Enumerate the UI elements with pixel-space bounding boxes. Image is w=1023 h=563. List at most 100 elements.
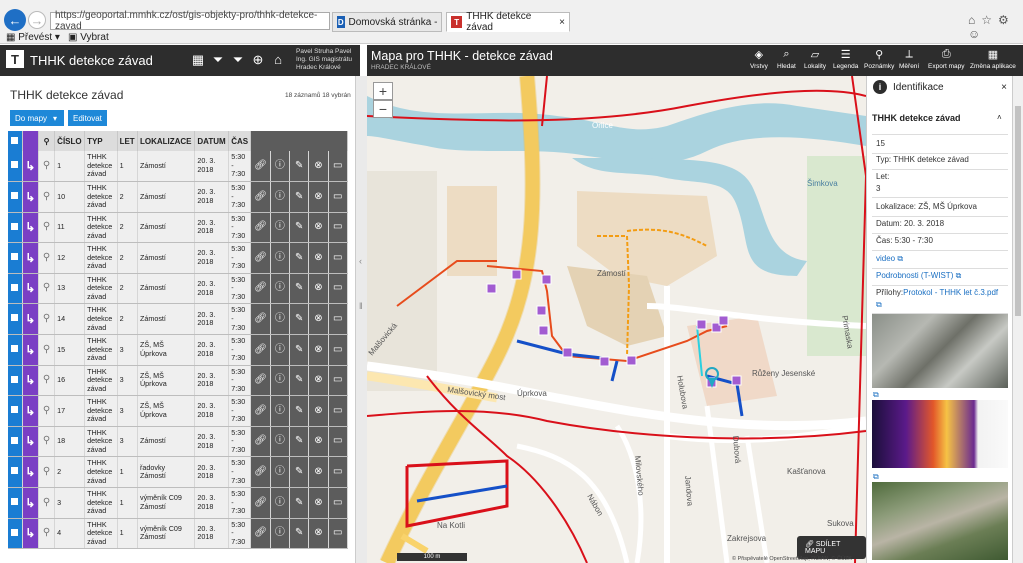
edit-icon[interactable]: ✎	[289, 487, 310, 519]
row-checkbox[interactable]	[8, 365, 23, 397]
tool-legenda[interactable]: ☰ Legenda	[833, 48, 858, 70]
info-icon[interactable]: ⓘ	[270, 456, 291, 489]
table-row[interactable]: ↳ ⚲ 13 THHK detekce závad 2 Zámostí 20. 3. 201…	[8, 273, 349, 305]
table-row[interactable]: ↳ ⚲ 3 THHK detekce závad 1 výměník C09 Zámost…	[8, 487, 349, 519]
col-lokalizace[interactable]: LOKALIZACE	[137, 131, 196, 151]
filter-clear-icon[interactable]: ⏷	[230, 52, 246, 68]
chevron-up-icon[interactable]: ˄	[997, 113, 1002, 122]
table-row[interactable]: ↳ ⚲ 15 THHK detekce závad 3 ZŠ, MŠ Úprkova 20.…	[8, 334, 349, 366]
info-icon[interactable]: ⓘ	[270, 334, 291, 366]
table-row[interactable]: ↳ ⚲ 18 THHK detekce závad 3 Zámostí 20. 3. 201…	[8, 426, 349, 458]
zoom-to-icon[interactable]: ↳	[22, 426, 39, 458]
row-checkbox[interactable]	[8, 334, 23, 366]
zoom-in-button[interactable]: +	[373, 82, 393, 100]
delete-icon[interactable]: ⊗	[308, 426, 329, 458]
delete-icon[interactable]: ⊗	[308, 395, 329, 427]
col-cas[interactable]: ČAS	[228, 131, 252, 151]
link-icon[interactable]: 🔗︎	[250, 456, 271, 489]
ident-scrollbar[interactable]	[1012, 76, 1023, 563]
zoom-to-icon[interactable]: ↳	[22, 334, 39, 366]
select-all-checkbox[interactable]	[8, 131, 23, 151]
pin-icon[interactable]: ⚲	[38, 518, 56, 550]
edit-icon[interactable]: ✎	[289, 181, 310, 213]
info-icon[interactable]: ⓘ	[270, 395, 291, 427]
zoom-to-icon[interactable]: ↳	[22, 273, 39, 305]
table-row[interactable]: ↳ ⚲ 12 THHK detekce závad 2 Zámostí 20. 3. 201…	[8, 242, 349, 274]
info-icon[interactable]: ⓘ	[270, 365, 291, 397]
link-icon[interactable]: 🔗︎	[250, 365, 271, 397]
info-icon[interactable]: ⓘ	[270, 181, 291, 213]
add-icon[interactable]: ⊕	[250, 52, 266, 68]
info-icon[interactable]: ⓘ	[270, 518, 291, 550]
table-row[interactable]: ↳ ⚲ 1 THHK detekce závad 1 Zámostí 20. 3. 2018…	[8, 151, 349, 183]
pin-icon[interactable]: ⚲	[38, 273, 56, 305]
back-button[interactable]: ←	[4, 9, 26, 31]
pin-icon[interactable]: ⚲	[38, 487, 56, 519]
home-icon[interactable]: ⌂	[270, 52, 286, 68]
drag-handle-icon[interactable]: ‖	[359, 301, 363, 311]
edit-icon[interactable]: ✎	[289, 273, 310, 305]
table-row[interactable]: ↳ ⚲ 10 THHK detekce závad 2 Zámostí 20. 3. 201…	[8, 181, 349, 213]
delete-icon[interactable]: ⊗	[308, 365, 329, 397]
col-typ[interactable]: TYP	[84, 131, 118, 151]
link-icon[interactable]: 🔗︎	[250, 395, 271, 427]
tab-intranet[interactable]: DDomovská stránka - INTRANET	[332, 12, 442, 32]
delete-icon[interactable]: ⊗	[308, 518, 329, 550]
pin-icon[interactable]: ⚲	[38, 212, 56, 244]
pin-icon[interactable]: ⚲	[38, 242, 56, 274]
tool-export[interactable]: ⎙ Export mapy	[928, 48, 965, 70]
favorites-icon[interactable]: ☆	[981, 13, 998, 27]
prilohy-link[interactable]: Protokol - THHK let č.3.pdf	[903, 288, 998, 297]
tool-poznamky[interactable]: ⚲ Poznámky	[864, 48, 894, 70]
tool-lokality[interactable]: ▱ Lokality	[804, 48, 826, 70]
info-icon[interactable]: ⓘ	[270, 303, 291, 336]
folder-icon[interactable]: ▭	[328, 242, 349, 274]
col-cislo[interactable]: ČÍSLO	[54, 131, 86, 151]
prevest-button[interactable]: ▦ Převést ▾	[6, 32, 60, 43]
delete-icon[interactable]: ⊗	[308, 334, 329, 366]
zoom-to-icon[interactable]: ↳	[22, 303, 39, 336]
link-icon[interactable]: 🔗︎	[250, 334, 271, 366]
thermal-photo[interactable]	[872, 400, 1008, 468]
map-canvas[interactable]: Zámostí Orlice Úprkova Malšovický most M…	[367, 76, 866, 563]
settings-icon[interactable]: ⚙	[998, 13, 1015, 27]
pin-icon[interactable]: ⚲	[38, 151, 56, 183]
link-icon[interactable]: 🔗︎	[250, 426, 271, 458]
folder-icon[interactable]: ▭	[328, 303, 349, 336]
folder-icon[interactable]: ▭	[328, 334, 349, 366]
external-link-icon[interactable]: ⧉	[873, 472, 879, 482]
folder-icon[interactable]: ▭	[328, 273, 349, 305]
edit-icon[interactable]: ✎	[289, 395, 310, 427]
link-icon[interactable]: 🔗︎	[250, 242, 271, 274]
close-tab-icon[interactable]: ×	[559, 17, 565, 28]
folder-icon[interactable]: ▭	[328, 181, 349, 213]
folder-icon[interactable]: ▭	[328, 487, 349, 519]
tool-mereni[interactable]: ⟂ Měření	[899, 48, 919, 70]
zoom-to-icon[interactable]: ↳	[22, 151, 39, 183]
row-checkbox[interactable]	[8, 518, 23, 550]
zoom-to-icon[interactable]: ↳	[22, 456, 39, 489]
pin-icon[interactable]: ⚲	[38, 395, 56, 427]
link-icon[interactable]: 🔗︎	[250, 212, 271, 244]
orthophoto[interactable]	[872, 482, 1008, 560]
info-icon[interactable]: ⓘ	[270, 242, 291, 274]
pin-icon[interactable]: ⚲	[38, 181, 56, 213]
zoom-to-icon[interactable]: ↳	[22, 518, 39, 550]
delete-icon[interactable]: ⊗	[308, 212, 329, 244]
close-icon[interactable]: ×	[1001, 82, 1007, 93]
grid-icon[interactable]: ▦	[190, 52, 206, 68]
edit-icon[interactable]: ✎	[289, 518, 310, 550]
external-link-icon[interactable]: ⧉	[873, 390, 879, 400]
folder-icon[interactable]: ▭	[328, 212, 349, 244]
pin-icon[interactable]: ⚲	[38, 365, 56, 397]
table-row[interactable]: ↳ ⚲ 16 THHK detekce závad 3 ZŠ, MŠ Úprkova 20.…	[8, 365, 349, 397]
delete-icon[interactable]: ⊗	[308, 487, 329, 519]
tab-thhk[interactable]: T THHK detekce závad ×	[446, 11, 570, 33]
scrollbar-thumb[interactable]	[1015, 106, 1021, 316]
row-checkbox[interactable]	[8, 456, 23, 489]
edit-icon[interactable]: ✎	[289, 426, 310, 458]
editovat-button[interactable]: Editovat	[68, 110, 107, 126]
edit-icon[interactable]: ✎	[289, 456, 310, 489]
panel-splitter[interactable]: ‹ ‖	[355, 76, 367, 563]
edit-icon[interactable]: ✎	[289, 365, 310, 397]
